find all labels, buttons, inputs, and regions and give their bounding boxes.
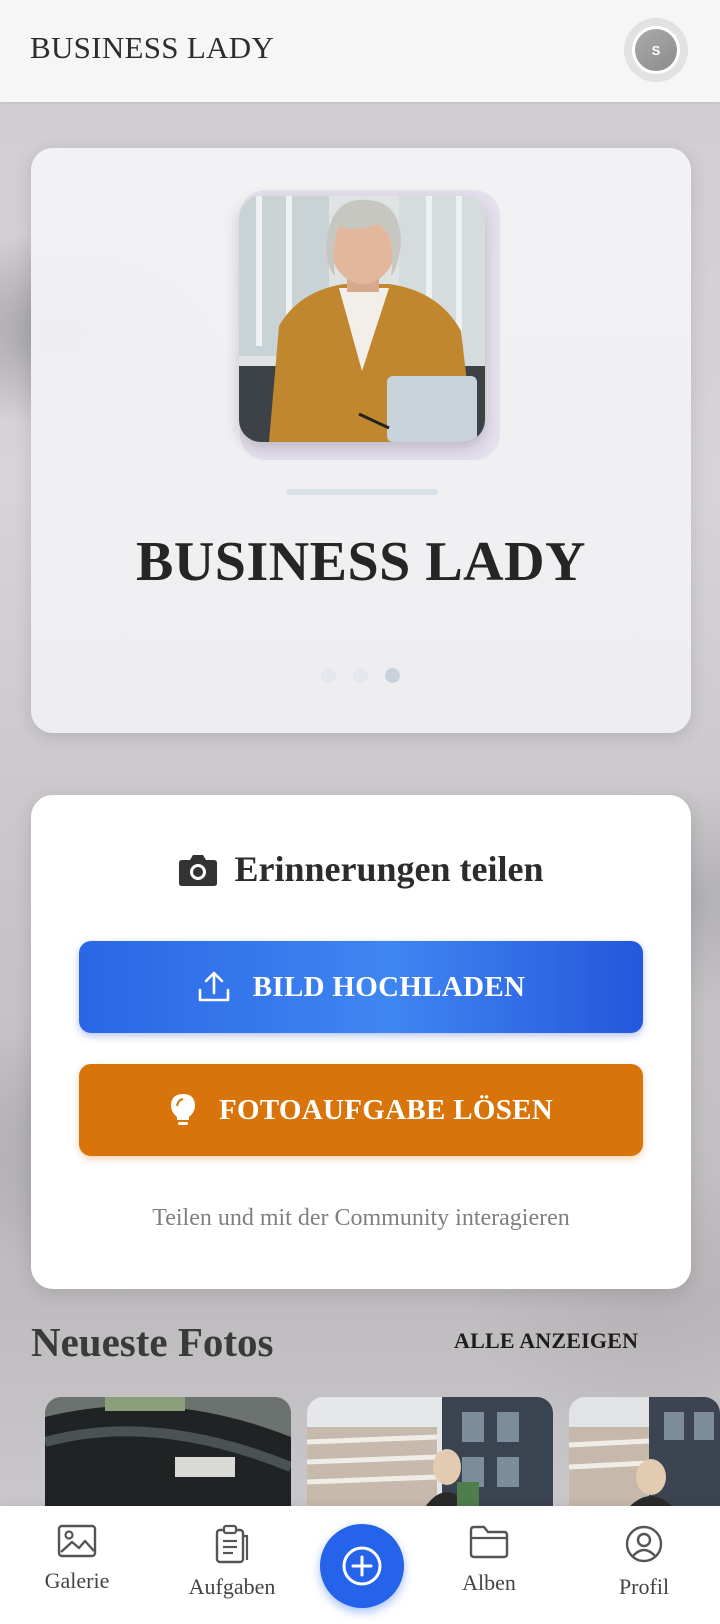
folder-icon — [469, 1525, 509, 1559]
upload-image-button[interactable]: BILD HOCHLADEN — [79, 941, 643, 1033]
camera-icon — [179, 855, 218, 886]
upload-icon — [198, 971, 230, 1002]
photo-thumbnail[interactable] — [307, 1397, 553, 1507]
hero-photo[interactable] — [239, 196, 485, 442]
carousel-dot-active[interactable] — [385, 668, 400, 683]
business-lady-photo — [239, 196, 485, 442]
plus-circle-icon — [342, 1546, 382, 1586]
add-photo-fab[interactable] — [320, 1524, 404, 1608]
carousel-dot[interactable] — [321, 668, 336, 683]
thumbnail-image — [569, 1397, 720, 1507]
clipboard-icon — [215, 1524, 249, 1564]
profile-avatar-button[interactable]: S — [624, 18, 688, 82]
nav-item-profil[interactable]: Profil — [584, 1524, 704, 1614]
hero-divider — [286, 489, 438, 495]
photo-thumbnail[interactable] — [45, 1397, 291, 1507]
nav-item-aufgaben[interactable]: Aufgaben — [172, 1524, 292, 1614]
header-title: BUSINESS LADY — [30, 30, 275, 65]
upload-button-label: BILD HOCHLADEN — [252, 970, 526, 1003]
thumbnail-image — [307, 1397, 553, 1507]
photo-task-button[interactable]: FOTOAUFGABE LÖSEN — [79, 1064, 643, 1156]
nav-label-galerie: Galerie — [44, 1568, 110, 1593]
photo-task-button-label: FOTOAUFGABE LÖSEN — [218, 1093, 554, 1126]
nav-item-alben[interactable]: Alben — [429, 1524, 549, 1614]
user-circle-icon — [625, 1525, 663, 1563]
share-title: Erinnerungen teilen — [234, 849, 544, 889]
share-card-header: Erinnerungen teilen — [31, 848, 691, 890]
carousel-dot[interactable] — [353, 668, 368, 683]
nav-item-galerie[interactable]: Galerie — [17, 1524, 137, 1614]
image-icon — [57, 1524, 97, 1558]
see-all-link[interactable]: ALLE ANZEIGEN — [454, 1328, 638, 1354]
avatar: S — [632, 26, 680, 74]
nav-label-aufgaben: Aufgaben — [188, 1574, 276, 1599]
share-caption: Teilen und mit der Community interagiere… — [152, 1205, 570, 1231]
hero-title: BUSINESS LADY — [136, 531, 586, 593]
lightbulb-icon — [170, 1094, 195, 1125]
recent-photos-title: Neueste Fotos — [31, 1319, 274, 1365]
nav-label-profil: Profil — [618, 1574, 670, 1599]
carousel-dots — [321, 668, 400, 683]
photo-thumbnail[interactable] — [569, 1397, 720, 1507]
thumbnail-image — [45, 1397, 291, 1507]
nav-label-alben: Alben — [462, 1570, 516, 1595]
